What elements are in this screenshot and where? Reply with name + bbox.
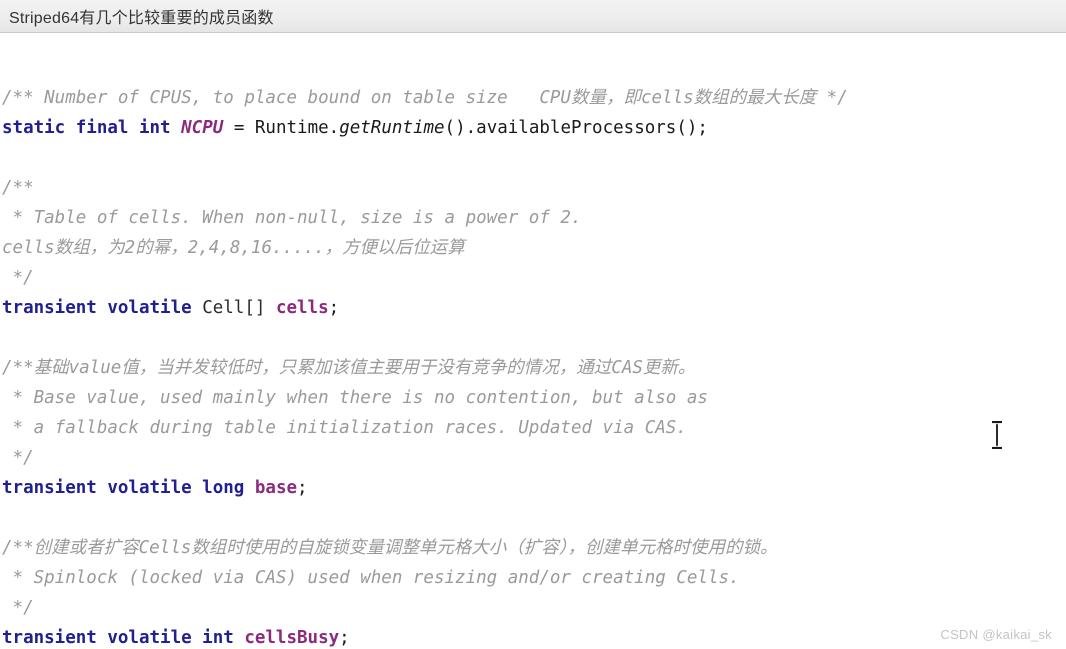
- watermark-label: CSDN @kaikai_sk: [940, 627, 1052, 642]
- code-token-plain: ;: [339, 628, 350, 648]
- code-token-identifier: cells: [275, 298, 329, 318]
- code-line-list: /** Number of CPUS, to place bound on ta…: [0, 83, 1066, 648]
- code-token-comment: /** Number of CPUS, to place bound on ta…: [2, 88, 848, 108]
- code-line: * Base value, used mainly when there is …: [0, 383, 1066, 413]
- code-token-plain: ().availableProcessors();: [444, 118, 708, 138]
- code-line: /**: [0, 173, 1066, 203]
- code-line: */: [0, 443, 1066, 473]
- code-token-comment: /**: [2, 178, 34, 198]
- code-token-keyword: transient volatile: [2, 298, 203, 318]
- code-token-comment: * Spinlock (locked via CAS) used when re…: [2, 568, 740, 588]
- code-token-comment: */: [2, 448, 34, 468]
- code-token-identifier: cellsBusy: [244, 628, 340, 648]
- code-token-plain: = Runtime.: [223, 118, 340, 138]
- code-line: cells数组，为2的幂，2,4,8,16.....，方便以后位运算: [0, 233, 1066, 263]
- code-token-comment: * Table of cells. When non-null, size is…: [2, 208, 582, 228]
- code-token-plain: ;: [328, 298, 340, 318]
- code-line: /**创建或者扩容Cells数组时使用的自旋锁变量调整单元格大小（扩容），创建单…: [0, 533, 1066, 563]
- code-viewer[interactable]: /** Number of CPUS, to place bound on ta…: [0, 33, 1066, 648]
- code-token-plain-italic: getRuntime: [339, 118, 445, 138]
- code-line: */: [0, 593, 1066, 623]
- code-line: * a fallback during table initialization…: [0, 413, 1066, 443]
- code-token-keyword: static final int: [2, 118, 182, 138]
- code-line: static final int NCPU = Runtime.getRunti…: [0, 113, 1066, 143]
- code-token-comment: * Base value, used mainly when there is …: [2, 388, 708, 408]
- code-token-keyword: transient volatile int: [2, 628, 245, 648]
- code-token-plain: ;: [297, 478, 308, 498]
- code-line: /** Number of CPUS, to place bound on ta…: [0, 83, 1066, 113]
- code-token-comment: */: [2, 268, 34, 288]
- code-token-identifier-italic: NCPU: [181, 118, 224, 138]
- code-token-comment: /**基础value值，当并发较低时，只累加该值主要用于没有竞争的情况，通过CA…: [2, 358, 696, 378]
- code-line: * Spinlock (locked via CAS) used when re…: [0, 563, 1066, 593]
- code-line: transient volatile long base;: [0, 473, 1066, 503]
- code-token-identifier: base: [254, 478, 298, 498]
- code-token-comment: */: [2, 598, 34, 618]
- code-line: transient volatile Cell[] cells;: [0, 293, 1066, 323]
- code-token-comment: cells数组，为2的幂，2,4,8,16.....，方便以后位运算: [2, 238, 465, 258]
- code-token-comment: /**创建或者扩容Cells数组时使用的自旋锁变量调整单元格大小（扩容），创建单…: [2, 538, 778, 558]
- code-line: transient volatile int cellsBusy;: [0, 623, 1066, 648]
- code-token-type: Cell[]: [202, 298, 276, 318]
- code-token-keyword: transient volatile long: [2, 478, 255, 498]
- code-line: * Table of cells. When non-null, size is…: [0, 203, 1066, 233]
- code-token-comment: * a fallback during table initialization…: [2, 418, 687, 438]
- page-title: Striped64有几个比较重要的成员函数: [9, 10, 274, 27]
- code-line: /**基础value值，当并发较低时，只累加该值主要用于没有竞争的情况，通过CA…: [0, 353, 1066, 383]
- window-title-bar: Striped64有几个比较重要的成员函数: [0, 0, 1066, 33]
- code-line: */: [0, 263, 1066, 293]
